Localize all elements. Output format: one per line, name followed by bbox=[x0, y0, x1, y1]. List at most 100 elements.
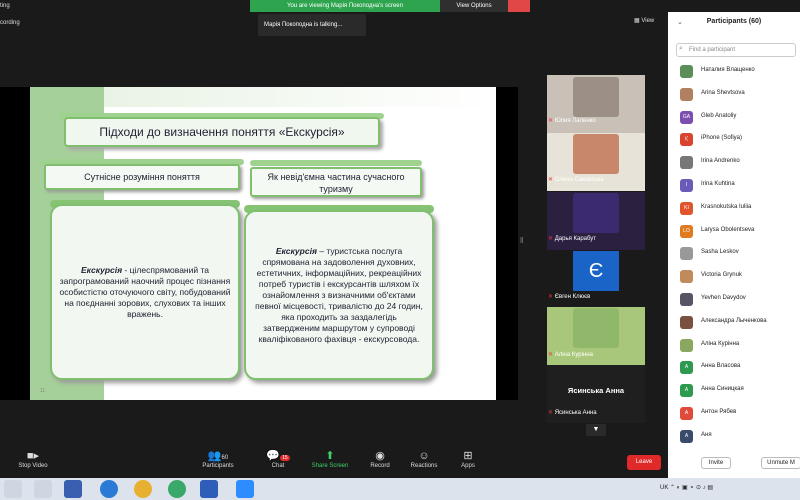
participant-avatar bbox=[680, 293, 693, 306]
participant-row[interactable]: KI Krasnokutska Iuliia bbox=[668, 198, 800, 220]
participant-name: Yevhen Davydov bbox=[701, 295, 746, 301]
participant-row[interactable]: Александра Лыченкова bbox=[668, 312, 800, 334]
participant-photo bbox=[573, 193, 619, 233]
record-icon: ◉ bbox=[375, 450, 385, 462]
participant-name: Krasnokutska Iuliia bbox=[701, 203, 752, 210]
window-close-button[interactable] bbox=[508, 0, 530, 12]
video-tile-name: ✕ Аліна Курінна bbox=[548, 352, 593, 358]
video-tile-name: ✕ Дарья Карабут bbox=[548, 236, 597, 242]
participant-avatar bbox=[680, 247, 693, 261]
participant-row[interactable]: А Аня bbox=[668, 426, 800, 448]
participant-avatar: I bbox=[680, 179, 693, 192]
participant-row[interactable]: GA Gleb Anatoliy bbox=[668, 107, 800, 129]
participant-avatar: KI bbox=[680, 201, 693, 215]
system-tray: UK ⌃ ◐ ▣ ⚬ ⊙ ♪ ▤ bbox=[660, 485, 714, 491]
file-explorer-icon[interactable] bbox=[34, 480, 52, 498]
participant-name: Анна Синицкая bbox=[701, 386, 744, 393]
left-heading: Сутнісне розуміння поняття bbox=[44, 164, 240, 190]
muted-mic-icon: ✕ bbox=[548, 294, 555, 300]
view-options-button[interactable]: View Options bbox=[440, 0, 508, 12]
find-participant-input[interactable]: Find a participant bbox=[676, 43, 796, 57]
leave-button[interactable]: Leave bbox=[627, 455, 661, 470]
split-handle[interactable]: ‖ bbox=[520, 236, 524, 250]
participant-row[interactable]: Yevhen Davydov bbox=[668, 289, 800, 311]
participant-avatar: А bbox=[680, 361, 693, 375]
chat-button[interactable]: 💬 15 Chat bbox=[253, 449, 303, 469]
participant-avatar: А bbox=[680, 429, 693, 443]
participant-row[interactable]: i(iPhone (Sofiya) bbox=[668, 129, 800, 151]
participant-avatar: А bbox=[680, 384, 693, 398]
unmute-all-button[interactable]: Unmute M bbox=[761, 457, 800, 469]
edge-browser-icon[interactable] bbox=[100, 480, 118, 498]
panel-footer: Invite Unmute M bbox=[668, 455, 800, 478]
reactions-button[interactable]: ☺ Reactions bbox=[399, 449, 449, 469]
participant-name: Larysa Obolentseva bbox=[701, 226, 755, 233]
participant-name: Arina Shevtsova bbox=[701, 89, 745, 96]
stop-video-button[interactable]: ■▸ Stop Video bbox=[8, 449, 58, 469]
right-heading-edge bbox=[250, 160, 422, 166]
muted-mic-icon: ✕ bbox=[548, 177, 555, 183]
gallery-down-button[interactable]: ▼ bbox=[586, 424, 606, 436]
participants-icon: 👥60 bbox=[207, 450, 229, 462]
participant-name: Irina Kuhtina bbox=[701, 181, 735, 187]
video-tile-display-name: Ясинська Анна bbox=[567, 386, 625, 395]
reactions-icon: ☺ bbox=[418, 450, 430, 462]
invite-button[interactable]: Invite bbox=[701, 457, 731, 469]
share-banner: You are viewing Марія Покоподна's screen bbox=[250, 0, 440, 12]
participant-avatar: А bbox=[680, 407, 693, 420]
share-screen-button[interactable]: ⬆ Share Screen bbox=[305, 449, 355, 469]
right-definition-card: Екскурсія – туристська послуга спрямован… bbox=[244, 210, 434, 380]
participant-row[interactable]: А Анна Синицкая bbox=[668, 380, 800, 402]
start-icon[interactable] bbox=[4, 480, 22, 498]
participant-name: Антон Рябев bbox=[701, 409, 737, 415]
video-tile-name: ✕ Юлия Лаленко bbox=[548, 118, 596, 124]
participant-row[interactable]: Irina Andrenko bbox=[668, 152, 800, 174]
view-button[interactable]: ▦ View bbox=[634, 17, 654, 24]
muted-mic-icon: ✕ bbox=[548, 410, 555, 416]
participant-name: Sasha Leskov bbox=[701, 249, 739, 256]
zoom-icon[interactable] bbox=[236, 480, 254, 498]
participant-name: Gleb Anatoliy bbox=[701, 112, 737, 119]
participant-row[interactable]: Аліна Курінна bbox=[668, 335, 800, 357]
participant-row[interactable]: Наталия Влащенко bbox=[668, 61, 800, 83]
participant-avatar bbox=[680, 270, 693, 284]
participant-photo bbox=[573, 134, 619, 174]
participant-name: Аліна Курінна bbox=[701, 340, 740, 347]
right-definition: – туристська послуга спрямована на задов… bbox=[255, 245, 423, 344]
record-button[interactable]: ◉ Record bbox=[355, 449, 405, 469]
muted-mic-icon: ✕ bbox=[548, 236, 555, 242]
participant-row[interactable]: LO Larysa Obolentseva bbox=[668, 221, 800, 243]
chrome-icon[interactable] bbox=[134, 480, 152, 498]
video-tile-name: ✕ Євген Клюєв bbox=[548, 294, 591, 300]
word-icon[interactable] bbox=[200, 480, 218, 498]
participants-button[interactable]: 👥60 Participants bbox=[193, 449, 243, 469]
participant-row[interactable]: I Irina Kuhtina bbox=[668, 175, 800, 197]
chat-icon: 💬 15 bbox=[266, 450, 290, 462]
talking-indicator: Марія Покоподна is talking... bbox=[258, 14, 366, 36]
participant-row[interactable]: Sasha Leskov bbox=[668, 243, 800, 265]
apps-button[interactable]: ⊞ Apps bbox=[443, 449, 493, 469]
slide-title: Підходи до визначення поняття «Екскурсія… bbox=[64, 117, 380, 147]
video-tile-name: ✕ Ясинська Анна bbox=[548, 410, 597, 416]
participant-row[interactable]: Arina Shevtsova bbox=[668, 84, 800, 106]
video-tile-name: ✕ Олена Саковська bbox=[548, 177, 604, 183]
participant-row[interactable]: А Анна Власова bbox=[668, 357, 800, 379]
participant-name: Александра Лыченкова bbox=[701, 317, 767, 324]
right-term: Екскурсія bbox=[275, 245, 317, 256]
chrome-icon-2[interactable] bbox=[168, 480, 186, 498]
participant-avatar: LO bbox=[680, 224, 693, 238]
muted-mic-icon: ✕ bbox=[548, 118, 555, 124]
participant-avatar bbox=[680, 315, 693, 329]
participant-row[interactable]: Victoria Grynuk bbox=[668, 266, 800, 288]
participant-avatar bbox=[680, 338, 693, 352]
app-icon[interactable] bbox=[64, 480, 82, 498]
participant-name: Анна Власова bbox=[701, 363, 741, 370]
participant-name: Victoria Grynuk bbox=[701, 272, 742, 279]
participant-avatar: GA bbox=[680, 110, 693, 124]
language-indicator[interactable]: UK bbox=[660, 485, 668, 491]
video-camera-icon: ■▸ bbox=[26, 450, 40, 462]
window-title: ting bbox=[0, 3, 10, 9]
slide-top-band bbox=[104, 87, 496, 107]
participant-row[interactable]: А Антон Рябев bbox=[668, 403, 800, 425]
apps-icon: ⊞ bbox=[463, 450, 473, 462]
